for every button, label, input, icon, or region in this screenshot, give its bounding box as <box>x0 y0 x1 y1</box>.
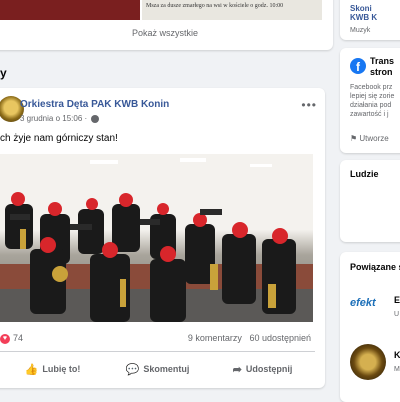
post-stats: 9 komentarzy 60 udostępnień <box>188 333 311 343</box>
share-label: Udostępnij <box>245 364 293 374</box>
page-info-line-1: Skoni <box>350 4 372 13</box>
post-time-text: 3 grudnia o 15:06 · <box>20 114 88 123</box>
shares-count-link[interactable]: 60 udostępnień <box>249 333 311 343</box>
show-all-link[interactable]: Pokaż wszystkie <box>0 28 330 38</box>
photos-card: Msza za dusze zmarłego na wsi w kościele… <box>0 0 333 50</box>
notice-text: Msza za dusze zmarłego na wsi w kościele… <box>146 3 284 9</box>
facebook-icon: f <box>350 58 366 74</box>
globe-icon <box>91 114 100 123</box>
people-card: Ludzie <box>340 160 400 242</box>
transparency-title: Trans stron <box>370 56 394 78</box>
reactions-summary[interactable]: ♥ 74 <box>0 333 23 344</box>
related-page-avatar[interactable] <box>350 344 386 380</box>
right-sidebar: Skoni KWB K Muzyk f Trans stron Facebook… <box>340 0 400 402</box>
transparency-title-line-2: stron <box>370 67 393 77</box>
post-timestamp[interactable]: 3 grudnia o 15:06 · <box>20 114 100 123</box>
share-button[interactable]: ➦ Udostępnij <box>210 358 315 380</box>
orchestra-photo-illustration <box>0 158 313 322</box>
post-photo[interactable] <box>0 154 313 322</box>
share-icon: ➦ <box>232 363 242 376</box>
more-options-icon[interactable]: ••• <box>301 98 317 112</box>
post-card: Orkiestra Dęta PAK KWB Konin 3 grudnia o… <box>0 88 325 388</box>
divider <box>0 351 315 352</box>
like-button[interactable]: 👍 Lubię to! <box>0 358 105 380</box>
related-pages-card: Powiązane s efekt E U K M <box>340 252 400 402</box>
heart-reaction-icon: ♥ <box>0 333 10 344</box>
transparency-text-line: Facebook prz <box>350 84 393 91</box>
comment-button[interactable]: 💬 Skomentuj <box>105 358 210 380</box>
page-info-line-2: KWB K <box>350 13 378 22</box>
transparency-description: Facebook prz lepiej się zorie działania … <box>350 83 394 119</box>
transparency-text-line: lepiej się zorie <box>350 93 395 100</box>
thumbs-up-icon: 👍 <box>24 363 39 376</box>
related-page-subtitle-2: M <box>394 366 400 373</box>
post-actions: 👍 Lubię to! 💬 Skomentuj ➦ Udostępnij <box>0 358 315 380</box>
related-pages-title: Powiązane s <box>350 262 400 272</box>
transparency-title-line-1: Trans <box>370 56 395 66</box>
related-page-subtitle: U <box>394 311 400 318</box>
related-page-name[interactable]: E <box>394 295 400 305</box>
related-page-name-2[interactable]: K <box>394 350 400 360</box>
reactions-count: 74 <box>13 333 24 343</box>
transparency-text-line: działania pod <box>350 102 392 109</box>
comment-icon: 💬 <box>125 363 140 376</box>
photo-thumbnail[interactable] <box>0 0 140 20</box>
transparency-text-line: zawartość i j <box>350 111 389 118</box>
flag-icon: ⚑ <box>350 134 358 143</box>
efekt-logo[interactable]: efekt <box>350 297 376 309</box>
page-created-row: ⚑ Utworze <box>350 134 389 143</box>
transparency-card: f Trans stron Facebook prz lepiej się zo… <box>340 48 400 153</box>
notice-photo-thumbnail[interactable]: Msza za dusze zmarłego na wsi w kościele… <box>142 0 322 20</box>
page-info-link[interactable]: Skoni KWB K <box>350 4 377 22</box>
like-label: Lubię to! <box>42 364 81 374</box>
page-category: Muzyk <box>350 27 371 34</box>
comments-count-link[interactable]: 9 komentarzy <box>188 333 242 343</box>
comment-label: Skomentuj <box>143 364 190 374</box>
page-created-label: Utworze <box>359 134 389 143</box>
section-heading: y <box>0 66 7 80</box>
post-text: ch żyje nam górniczy stan! <box>0 133 118 144</box>
page-info-card: Skoni KWB K Muzyk <box>340 0 400 40</box>
page-name-link[interactable]: Orkiestra Dęta PAK KWB Konin <box>20 99 169 110</box>
people-title: Ludzie <box>350 169 379 179</box>
